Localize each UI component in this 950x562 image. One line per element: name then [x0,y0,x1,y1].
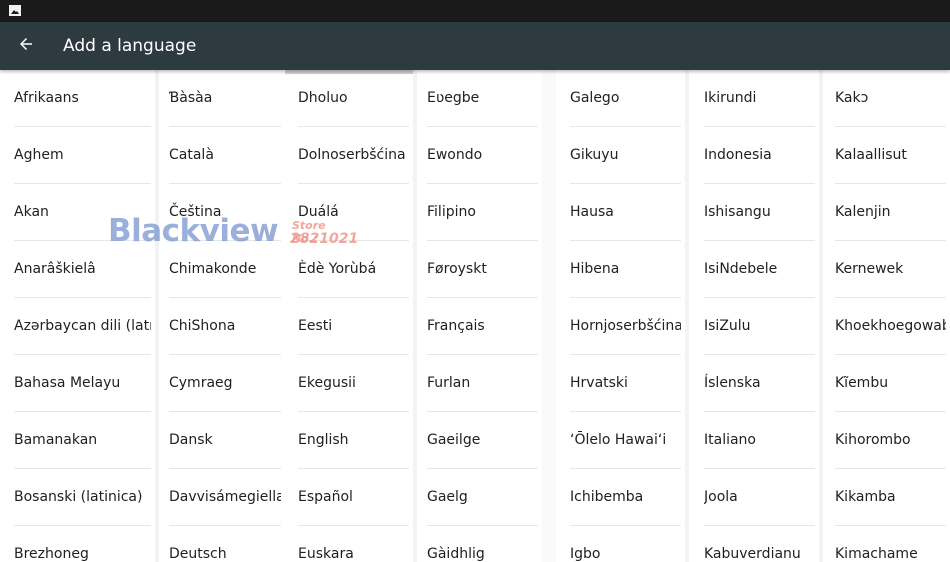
language-item[interactable]: Kihorombo [835,412,946,469]
panel-gutter [542,70,556,562]
language-item[interactable]: Hibena [570,241,681,298]
language-item[interactable]: Hausa [570,184,681,241]
status-bar [0,0,950,22]
language-item[interactable]: Brezhoneg [14,526,151,562]
language-item[interactable]: Ichibemba [570,469,681,526]
language-item[interactable]: Kalaallisut [835,127,946,184]
language-item[interactable]: ʻŌlelo Hawaiʻi [570,412,681,469]
column-divider [413,70,417,562]
language-item[interactable]: Igbo [570,526,681,562]
language-item[interactable]: Gaeilge [427,412,538,469]
language-item[interactable]: Davvisámegiella [169,469,281,526]
language-item[interactable]: Gaelg [427,469,538,526]
language-item[interactable]: Khoekhoegowab [835,298,946,355]
language-item[interactable]: Kalenjin [835,184,946,241]
language-item[interactable]: IsiNdebele [704,241,815,298]
scroll-indicator [285,70,413,74]
language-item[interactable]: Dholuo [298,70,409,127]
app-bar: Add a language [0,22,950,70]
language-item[interactable]: Cymraeg [169,355,281,412]
language-item[interactable]: Hrvatski [570,355,681,412]
language-item[interactable]: Kakɔ [835,70,946,127]
language-item[interactable]: Indonesia [704,127,815,184]
language-item[interactable]: Dansk [169,412,281,469]
language-item[interactable]: Español [298,469,409,526]
language-item[interactable]: Afrikaans [14,70,151,127]
language-item[interactable]: Chimakonde [169,241,281,298]
language-item[interactable]: IsiZulu [704,298,815,355]
language-item[interactable]: Català [169,127,281,184]
language-grid-left: Afrikaans Ɓàsàa Dholuo Eʋegbe Aghem Català Dol… [0,70,542,562]
language-item[interactable]: Kĩembu [835,355,946,412]
language-item[interactable]: Dolnoserbšćina [298,127,409,184]
language-item[interactable]: Kimachame [835,526,946,562]
language-item[interactable]: Galego [570,70,681,127]
language-item[interactable]: Akan [14,184,151,241]
language-item[interactable]: Bosanski (latinica) [14,469,151,526]
language-item[interactable]: ChiShona [169,298,281,355]
language-item[interactable]: Filipino [427,184,538,241]
language-item[interactable]: Èdè Yorùbá [298,241,409,298]
column-divider [685,70,689,562]
language-item[interactable]: Hornjoserbšćina [570,298,681,355]
language-item[interactable]: Aghem [14,127,151,184]
language-item[interactable]: Íslenska [704,355,815,412]
column-divider [155,70,159,562]
image-icon [9,5,21,16]
language-item[interactable]: Ishisangu [704,184,815,241]
language-item[interactable]: Euskara [298,526,409,562]
language-item[interactable]: Eesti [298,298,409,355]
language-item[interactable]: Čeština [169,184,281,241]
language-item[interactable]: Gàidhlig [427,526,538,562]
arrow-back-icon [17,35,35,57]
language-item[interactable]: Kabuverdianu [704,526,815,562]
language-item[interactable]: Bahasa Melayu [14,355,151,412]
language-item[interactable]: English [298,412,409,469]
language-item[interactable]: Deutsch [169,526,281,562]
language-item[interactable]: Ikirundi [704,70,815,127]
back-button[interactable] [10,30,42,62]
language-item[interactable]: Azərbaycan dili (latın) [14,298,151,355]
language-item[interactable]: Italiano [704,412,815,469]
language-item[interactable]: Kernewek [835,241,946,298]
language-item[interactable]: Joola [704,469,815,526]
language-item[interactable]: Duálá [298,184,409,241]
language-item[interactable]: Kikamba [835,469,946,526]
language-item[interactable]: Føroyskt [427,241,538,298]
language-item[interactable]: Ewondo [427,127,538,184]
language-grid-right: Galego Ikirundi Kakɔ Gikuyu Indonesia Kalaall… [556,70,950,562]
language-item[interactable]: Bamanakan [14,412,151,469]
language-item[interactable]: Ɓàsàa [169,70,281,127]
language-item[interactable]: Furlan [427,355,538,412]
language-item[interactable]: Eʋegbe [427,70,538,127]
page-title: Add a language [63,36,197,56]
column-divider [819,70,823,562]
language-item[interactable]: Anarâškielâ [14,241,151,298]
language-item[interactable]: Français [427,298,538,355]
language-item[interactable]: Gikuyu [570,127,681,184]
language-item[interactable]: Ekegusii [298,355,409,412]
